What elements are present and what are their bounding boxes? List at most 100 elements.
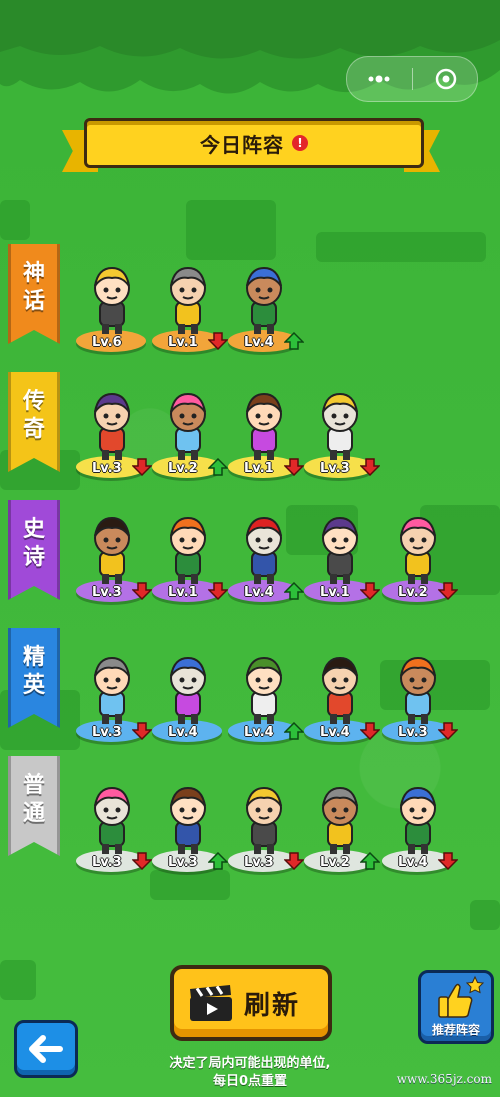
unit-card[interactable]: Lv.4 <box>152 640 226 750</box>
unit-card[interactable]: Lv.4 <box>304 640 381 750</box>
capsule-divider <box>411 68 413 90</box>
tier-tab-char: 奇 <box>22 417 45 442</box>
unit-level: Lv.1 <box>168 585 198 600</box>
level-up-arrow-icon <box>359 851 381 870</box>
daily-reset-note: 决定了局内可能出现的单位, 每日0点重置 <box>130 1055 370 1091</box>
jester-clown-icon <box>312 512 368 586</box>
unit-level: Lv.4 <box>244 335 274 350</box>
shrine-maiden-icon <box>84 652 140 726</box>
unit-level: Lv.3 <box>244 855 274 870</box>
unit-level: Lv.3 <box>92 725 122 740</box>
unit-card[interactable]: Lv.3 <box>76 770 153 880</box>
unit-card[interactable]: Lv.2 <box>304 770 381 880</box>
unit-card[interactable]: Lv.3 <box>304 376 381 486</box>
tier-tab-char: 史 <box>22 517 45 542</box>
refresh-button[interactable]: 刷新 <box>170 965 332 1041</box>
level-down-arrow-icon <box>437 852 459 871</box>
tier-tab-char: 话 <box>22 289 45 314</box>
skull-butcher-icon <box>390 512 446 586</box>
elf-ranger-icon <box>84 782 140 856</box>
unit-card[interactable]: Lv.4 <box>228 640 305 750</box>
unit-card[interactable]: Lv.4 <box>382 770 459 880</box>
grass-patch <box>470 900 500 930</box>
level-down-arrow-icon <box>437 582 459 601</box>
armored-hammer-knight-icon <box>312 782 368 856</box>
barbarian-warrior-icon <box>236 262 292 336</box>
tier-tab-char: 普 <box>22 773 45 798</box>
unit-level: Lv.2 <box>398 585 428 600</box>
unit-card[interactable]: Lv.3 <box>76 376 153 486</box>
unit-row: Lv.6 Lv.1 Lv.4 <box>76 250 486 360</box>
old-rifleman-icon <box>160 388 216 462</box>
tier-tab: 史诗 <box>8 500 60 600</box>
note-line: 每日0点重置 <box>212 1074 288 1089</box>
recommend-label: 推荐阵容 <box>431 1023 480 1037</box>
unit-card[interactable]: Lv.2 <box>152 376 229 486</box>
back-button[interactable] <box>14 1020 78 1078</box>
cat-eared-mage-icon <box>160 262 216 336</box>
unit-row: Lv.3 Lv.2 Lv.1 Lv.3 <box>76 376 486 486</box>
unit-level: Lv.3 <box>92 461 122 476</box>
level-down-arrow-icon <box>359 582 381 601</box>
unit-card[interactable]: Lv.3 <box>76 640 153 750</box>
unit-level: Lv.3 <box>92 855 122 870</box>
note-line: 决定了局内可能出现的单位, <box>169 1056 331 1071</box>
unit-card[interactable]: Lv.1 <box>152 500 229 610</box>
thumbs-up-icon <box>438 975 485 1018</box>
cannon-tower-icon <box>84 388 140 462</box>
bomb-creature-icon <box>160 652 216 726</box>
grass-patch <box>0 960 36 1000</box>
unit-card[interactable]: Lv.2 <box>382 500 459 610</box>
level-down-arrow-icon <box>437 722 459 741</box>
unit-card[interactable]: Lv.4 <box>228 500 305 610</box>
unit-card[interactable]: Lv.1 <box>152 250 229 360</box>
unit-row: Lv.3 Lv.4 Lv.4 Lv.4 Lv.3 <box>76 640 486 750</box>
watermark: www.365jz.com <box>396 1072 492 1086</box>
unit-level: Lv.4 <box>398 855 428 870</box>
more-options-button[interactable] <box>349 57 409 101</box>
more-dots-icon <box>368 75 389 83</box>
unit-level: Lv.3 <box>92 585 122 600</box>
hooded-spearman-icon <box>236 782 292 856</box>
tier-tab: 精英 <box>8 628 60 728</box>
fire-fox-icon <box>312 652 368 726</box>
unit-card[interactable]: Lv.3 <box>382 640 459 750</box>
clapperboard-icon <box>190 985 232 1021</box>
unit-card[interactable]: Lv.1 <box>228 376 305 486</box>
unit-card[interactable]: Lv.3 <box>76 500 153 610</box>
tier-tab: 普通 <box>8 756 60 856</box>
level-down-arrow-icon <box>283 852 305 871</box>
tree-sprout-icon <box>160 512 216 586</box>
panda-fighter-icon <box>236 388 292 462</box>
tier-tab-char: 诗 <box>22 545 45 570</box>
tier-tab-char: 传 <box>22 389 45 414</box>
level-up-arrow-icon <box>283 721 305 740</box>
mini-program-capsule <box>346 56 478 102</box>
level-up-arrow-icon <box>207 851 229 870</box>
golden-knight-icon <box>236 652 292 726</box>
level-down-arrow-icon <box>131 852 153 871</box>
unit-card[interactable]: Lv.3 <box>228 770 305 880</box>
unit-card[interactable]: Lv.3 <box>152 770 229 880</box>
unit-level: Lv.1 <box>320 585 350 600</box>
info-icon[interactable]: ! <box>292 135 308 151</box>
unit-level: Lv.6 <box>92 335 122 350</box>
ghost-spirit-icon <box>312 388 368 462</box>
unit-level: Lv.3 <box>168 855 198 870</box>
unit-row: Lv.3 Lv.3 Lv.3 Lv.2 Lv.4 <box>76 770 486 880</box>
tier-tab-char: 通 <box>22 801 45 826</box>
back-arrow-icon <box>29 1035 63 1063</box>
unit-level: Lv.3 <box>320 461 350 476</box>
recommend-lineup-button[interactable]: 推荐阵容 <box>418 970 494 1044</box>
pink-mohawk-archer-icon <box>84 512 140 586</box>
unit-card[interactable]: Lv.1 <box>304 500 381 610</box>
unit-card[interactable]: Lv.4 <box>228 250 305 360</box>
level-down-arrow-icon <box>207 332 229 351</box>
banner-plate: 今日阵容 ! <box>84 118 424 168</box>
unit-row: Lv.3 Lv.1 Lv.4 Lv.1 Lv.2 <box>76 500 486 610</box>
unit-level: Lv.4 <box>244 725 274 740</box>
unit-card[interactable]: Lv.6 <box>76 250 150 360</box>
level-up-arrow-icon <box>207 457 229 476</box>
pink-ram-girl-icon <box>390 782 446 856</box>
close-mini-program-button[interactable] <box>416 57 476 101</box>
